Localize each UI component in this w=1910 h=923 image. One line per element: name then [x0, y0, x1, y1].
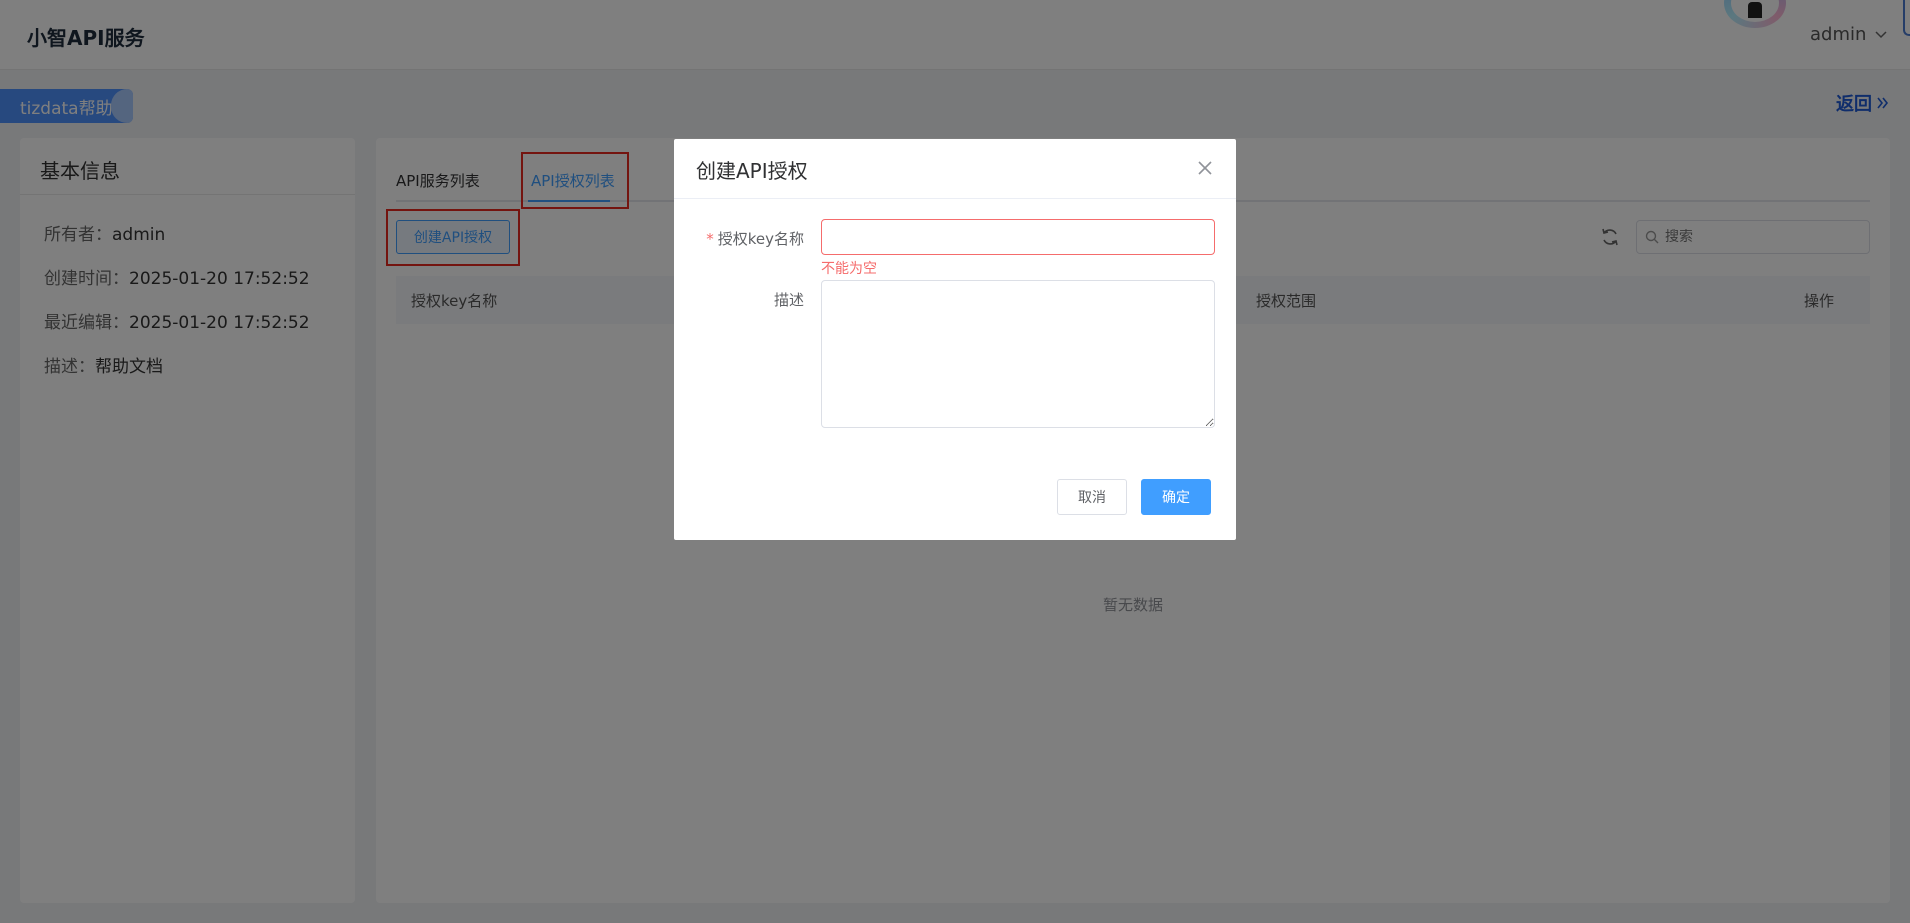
close-icon[interactable] [1196, 159, 1214, 177]
cancel-button[interactable]: 取消 [1057, 479, 1127, 515]
key-name-input[interactable] [821, 219, 1215, 255]
description-label: 描述 [773, 291, 804, 309]
description-textarea[interactable] [821, 280, 1215, 428]
create-api-auth-dialog: 创建API授权 * 授权key名称 不能为空 描述 取消 确定 [674, 139, 1236, 540]
confirm-button[interactable]: 确定 [1141, 479, 1211, 515]
dialog-title: 创建API授权 [696, 159, 808, 183]
dialog-header: 创建API授权 [674, 139, 1236, 199]
key-name-label: * 授权key名称 [706, 230, 804, 248]
key-name-error: 不能为空 [821, 261, 877, 277]
required-mark: * [706, 230, 714, 248]
